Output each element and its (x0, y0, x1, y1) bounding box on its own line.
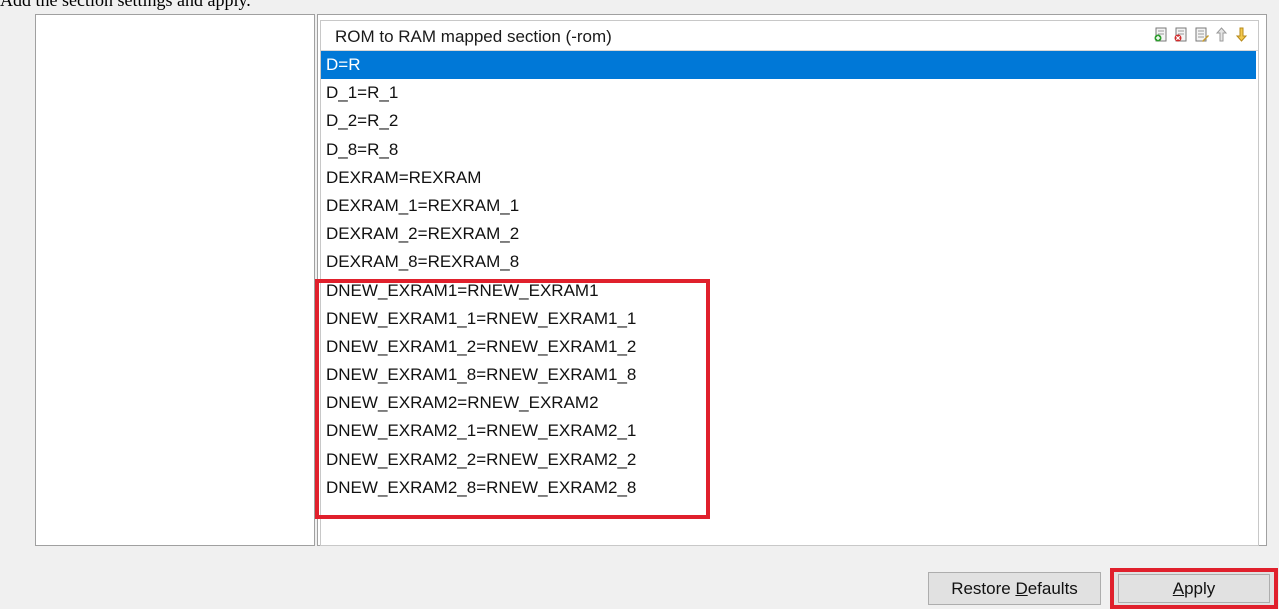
list-item[interactable]: DEXRAM_1=REXRAM_1 (321, 192, 1258, 220)
list-item[interactable]: D_8=R_8 (321, 136, 1258, 164)
list-item[interactable]: DEXRAM_8=REXRAM_8 (321, 248, 1258, 276)
list-header: ROM to RAM mapped section (-rom) (321, 21, 1258, 51)
preferences-window: ROM to RAM mapped section (-rom) D=R D_1… (0, 0, 1279, 609)
restore-defaults-label-suffix: efaults (1027, 579, 1078, 598)
instruction-caption: Add the section settings and apply. (0, 0, 251, 10)
list-item[interactable]: D_2=R_2 (321, 107, 1258, 135)
list-item[interactable]: DNEW_EXRAM2_1=RNEW_EXRAM2_1 (321, 417, 1258, 445)
rom-to-ram-list-panel: ROM to RAM mapped section (-rom) D=R D_1… (320, 20, 1259, 546)
list-item[interactable]: D_1=R_1 (321, 79, 1258, 107)
edit-icon[interactable] (1193, 26, 1210, 43)
move-up-icon[interactable] (1213, 26, 1230, 43)
restore-defaults-mnemonic: D (1015, 579, 1028, 598)
list-item[interactable]: DNEW_EXRAM2=RNEW_EXRAM2 (321, 389, 1258, 417)
list-item[interactable]: DNEW_EXRAM1_2=RNEW_EXRAM1_2 (321, 333, 1258, 361)
list-toolbar (1153, 26, 1250, 46)
list-item[interactable]: DNEW_EXRAM1_8=RNEW_EXRAM1_8 (321, 361, 1258, 389)
list-item[interactable]: D=R (321, 51, 1256, 80)
list-item[interactable]: DEXRAM_2=REXRAM_2 (321, 220, 1258, 248)
list-item[interactable]: DEXRAM=REXRAM (321, 164, 1258, 192)
list-item[interactable]: DNEW_EXRAM1=RNEW_EXRAM1 (321, 277, 1258, 305)
section-list: D=R D_1=R_1 D_2=R_2 D_8=R_8 DEXRAM=REXRAM DEX… (321, 51, 1258, 502)
add-icon[interactable] (1153, 26, 1170, 43)
move-down-icon[interactable] (1233, 26, 1250, 43)
list-item[interactable]: DNEW_EXRAM2_2=RNEW_EXRAM2_2 (321, 446, 1258, 474)
apply-mnemonic: A (1172, 579, 1185, 598)
apply-label: pply (1184, 579, 1216, 598)
restore-defaults-button[interactable]: Restore Defaults (928, 572, 1101, 605)
left-tree-panel[interactable] (35, 14, 315, 546)
delete-icon[interactable] (1173, 26, 1190, 43)
restore-defaults-label-prefix: Restore (951, 579, 1016, 598)
apply-button[interactable]: Apply (1110, 568, 1278, 609)
list-item[interactable]: DNEW_EXRAM2_8=RNEW_EXRAM2_8 (321, 474, 1258, 502)
list-title: ROM to RAM mapped section (-rom) (335, 27, 612, 46)
list-item[interactable]: DNEW_EXRAM1_1=RNEW_EXRAM1_1 (321, 305, 1258, 333)
